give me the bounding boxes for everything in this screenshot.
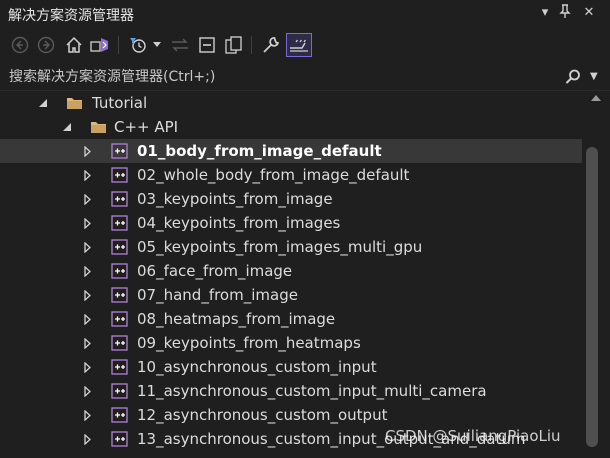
tree-node-project[interactable]: 10_asynchronous_custom_input	[0, 355, 582, 379]
sync-with-active-document-icon[interactable]	[169, 34, 191, 56]
expand-arrow-icon[interactable]	[80, 211, 94, 235]
show-all-files-icon[interactable]	[223, 34, 245, 56]
search-bar: ▼	[0, 64, 610, 91]
search-input[interactable]	[0, 64, 560, 90]
tree-node-project[interactable]: 09_keypoints_from_heatmaps	[0, 331, 582, 355]
tree-node-label: 09_keypoints_from_heatmaps	[137, 334, 361, 352]
cpp-project-icon	[111, 383, 128, 399]
expand-arrow-icon[interactable]	[80, 331, 94, 355]
expand-arrow-icon[interactable]	[80, 187, 94, 211]
toolbar-separator	[251, 36, 252, 54]
expand-arrow-icon[interactable]	[80, 235, 94, 259]
tree-node-label: 01_body_from_image_default	[137, 142, 382, 160]
tree-node-project[interactable]: 02_whole_body_from_image_default	[0, 163, 582, 187]
collapse-arrow-icon[interactable]	[60, 115, 74, 139]
cpp-project-icon	[111, 263, 128, 279]
switch-views-icon[interactable]	[89, 34, 111, 56]
expand-arrow-icon[interactable]	[80, 403, 94, 427]
search-options-dropdown-icon[interactable]: ▼	[590, 68, 598, 86]
collapse-arrow-icon[interactable]	[36, 91, 50, 115]
search-icon[interactable]	[564, 68, 582, 90]
solution-explorer-toolbar	[0, 28, 610, 64]
expand-arrow-icon[interactable]	[80, 283, 94, 307]
tree-node-label: 05_keypoints_from_images_multi_gpu	[137, 238, 423, 256]
tree-node-project[interactable]: 04_keypoints_from_images	[0, 211, 582, 235]
expand-arrow-icon[interactable]	[80, 259, 94, 283]
tree-node-label: 04_keypoints_from_images	[137, 214, 341, 232]
scroll-up-arrow-icon[interactable]	[591, 95, 601, 101]
expand-arrow-icon[interactable]	[80, 355, 94, 379]
folder-icon	[90, 119, 106, 135]
cpp-project-icon	[111, 359, 128, 375]
tree-node-project[interactable]: 05_keypoints_from_images_multi_gpu	[0, 235, 582, 259]
cpp-project-icon	[111, 239, 128, 255]
solution-tree: Tutorial C++ API 01_body_from_image_defa…	[0, 91, 582, 458]
scrollbar-thumb[interactable]	[586, 147, 598, 447]
preview-selected-items-icon[interactable]	[286, 33, 312, 57]
back-icon[interactable]	[9, 34, 31, 56]
tree-node-label: 10_asynchronous_custom_input	[137, 358, 377, 376]
pending-changes-filter-icon[interactable]	[128, 34, 150, 56]
tree-node-label: 11_asynchronous_custom_input_multi_camer…	[137, 382, 487, 400]
window-position-dropdown-icon[interactable]: ▾	[536, 4, 554, 22]
tree-node-label: 08_heatmaps_from_image	[137, 310, 336, 328]
close-icon[interactable]: ✕	[580, 4, 598, 22]
expand-arrow-icon[interactable]	[80, 163, 94, 187]
tree-node-label: 06_face_from_image	[137, 262, 293, 280]
expand-arrow-icon[interactable]	[80, 139, 94, 163]
cpp-project-icon	[111, 287, 128, 303]
tree-node-project[interactable]: 11_asynchronous_custom_input_multi_camer…	[0, 379, 582, 403]
filter-dropdown-icon[interactable]	[151, 34, 163, 56]
cpp-project-icon	[111, 167, 128, 183]
tree-node-project[interactable]: 12_asynchronous_custom_output	[0, 403, 582, 427]
tree-node-label: 03_keypoints_from_image	[137, 190, 333, 208]
watermark: CSDN @SuiliangPiaoLiu	[385, 427, 561, 445]
forward-icon[interactable]	[35, 34, 57, 56]
tree-node-project[interactable]: 01_body_from_image_default	[0, 139, 582, 163]
panel-title: 解决方案资源管理器	[8, 8, 134, 24]
tree-node-label: 07_hand_from_image	[137, 286, 298, 304]
expand-arrow-icon[interactable]	[80, 307, 94, 331]
tree-node-project[interactable]: 03_keypoints_from_image	[0, 187, 582, 211]
tree-node-project[interactable]: 07_hand_from_image	[0, 283, 582, 307]
cpp-project-icon	[111, 407, 128, 423]
pin-icon[interactable]	[556, 4, 574, 22]
panel-title-bar: 解决方案资源管理器 ▾ ✕	[0, 0, 610, 28]
tree-node-cpp-api[interactable]: C++ API	[0, 115, 582, 139]
cpp-project-icon	[111, 335, 128, 351]
home-icon[interactable]	[63, 34, 85, 56]
properties-wrench-icon[interactable]	[260, 34, 282, 56]
tree-node-label: Tutorial	[92, 94, 148, 112]
tree-node-project[interactable]: 06_face_from_image	[0, 259, 582, 283]
collapse-all-icon[interactable]	[196, 34, 218, 56]
tree-node-project[interactable]: 08_heatmaps_from_image	[0, 307, 582, 331]
expand-arrow-icon[interactable]	[80, 427, 94, 451]
expand-arrow-icon[interactable]	[80, 379, 94, 403]
tree-node-label: 12_asynchronous_custom_output	[137, 406, 388, 424]
cpp-project-icon	[111, 191, 128, 207]
cpp-project-icon	[111, 431, 128, 447]
tree-node-label: 02_whole_body_from_image_default	[137, 166, 410, 184]
vertical-scrollbar[interactable]	[582, 91, 610, 458]
toolbar-separator	[118, 36, 119, 54]
cpp-project-icon	[111, 143, 128, 159]
folder-icon	[66, 95, 82, 111]
tree-node-label: C++ API	[114, 118, 179, 136]
cpp-project-icon	[111, 311, 128, 327]
tree-node-tutorial[interactable]: Tutorial	[0, 91, 582, 115]
cpp-project-icon	[111, 215, 128, 231]
